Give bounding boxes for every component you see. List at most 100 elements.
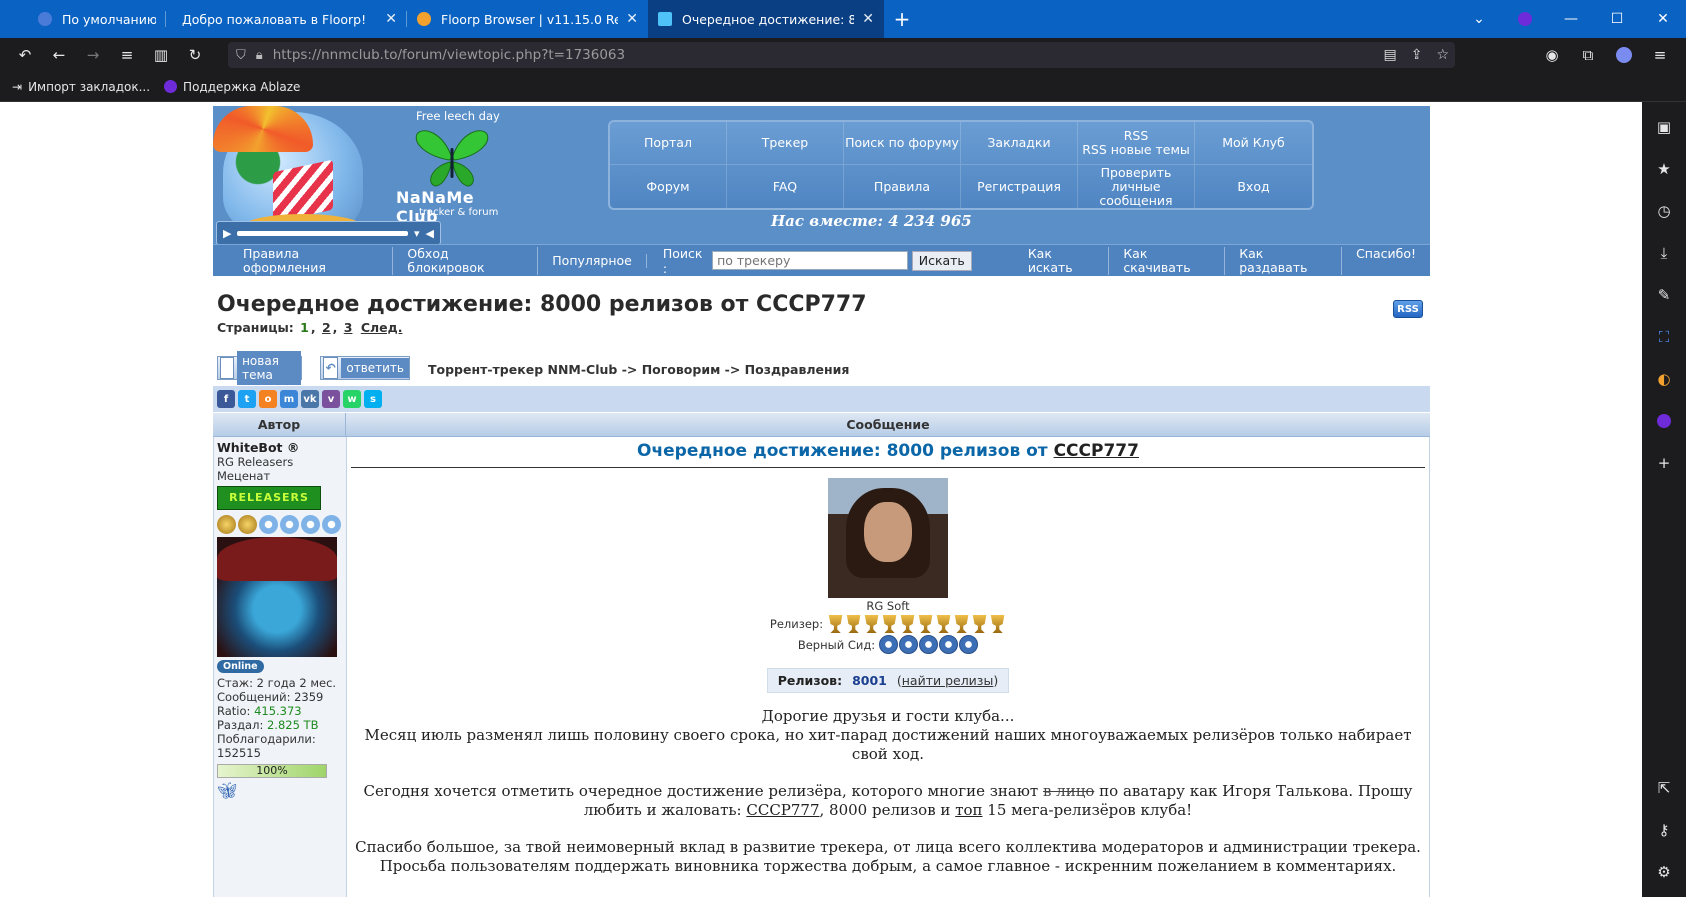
link-formatting-rules[interactable]: Правила оформления [229, 246, 394, 275]
menu-forum-search[interactable]: Поиск по форуму [844, 122, 961, 165]
undo-close-icon[interactable]: ↶ [8, 41, 42, 69]
lock-icon[interactable]: 🔒︎ [256, 48, 263, 63]
bookmark-import[interactable]: ⇥ Импорт закладок... [12, 80, 150, 94]
page-1[interactable]: 1 [300, 320, 309, 335]
moimir-icon[interactable]: m [280, 390, 298, 408]
account-icon[interactable]: ◉ [1540, 42, 1564, 68]
player-progress[interactable] [237, 230, 408, 236]
play-icon[interactable]: ▶ [223, 227, 231, 240]
menu-my-club[interactable]: Мой Клуб [1195, 122, 1312, 165]
close-icon[interactable]: ✕ [385, 11, 397, 27]
link-popular[interactable]: Популярное [538, 253, 647, 268]
topic-title[interactable]: Очередное достижение: 8000 релизов от СС… [217, 292, 867, 317]
radio-player[interactable]: ▶ ▾ ◀ [216, 221, 441, 245]
menu-faq[interactable]: FAQ [727, 165, 844, 208]
skype-icon[interactable]: s [364, 390, 382, 408]
translate-icon[interactable]: ⛶ [1648, 316, 1680, 358]
key-icon[interactable]: ⚷ [1648, 809, 1680, 851]
rss-button[interactable]: RSS [1393, 300, 1423, 318]
url-bar[interactable]: ⛉ 🔒︎ https://nnmclub.to/forum/viewtopic.… [228, 42, 1455, 68]
releaser-photo[interactable] [828, 478, 948, 598]
menu-portal[interactable]: Портал [610, 122, 727, 165]
settings-gear-icon[interactable]: ⚙ [1648, 851, 1680, 893]
post-title-user-link[interactable]: СССР777 [1054, 441, 1139, 461]
top-link[interactable]: топ [955, 801, 982, 819]
author-nick[interactable]: WhiteBot ® [217, 441, 343, 455]
find-releases-link[interactable]: найти релизы [902, 673, 994, 688]
back-icon[interactable]: ← [42, 41, 76, 69]
search-input[interactable] [712, 251, 908, 270]
profile-avatar-icon[interactable] [1612, 42, 1636, 68]
link-how-seed[interactable]: Как раздавать [1225, 246, 1343, 275]
user-link[interactable]: СССР777 [746, 801, 819, 819]
ablaze-panel-icon[interactable] [1648, 400, 1680, 442]
menu-check-messages[interactable]: Проверить личные сообщения [1078, 165, 1195, 208]
vk-icon[interactable]: vk [301, 390, 319, 408]
history-clock-icon[interactable]: ◷ [1648, 190, 1680, 232]
star-icon [301, 515, 320, 534]
forward-icon[interactable]: → [76, 41, 110, 69]
page-2[interactable]: 2 [322, 320, 331, 335]
tab-list-chevron-icon[interactable]: ⌄ [1456, 11, 1502, 27]
ablaze-icon[interactable] [1502, 11, 1548, 27]
list-icon[interactable]: ≡ [110, 41, 144, 69]
reader-view-icon[interactable]: ▤ [1383, 47, 1396, 63]
breadcrumb[interactable]: Торрент-трекер NNM-Club -> Поговорим -> … [428, 362, 849, 377]
menu-bookmarks[interactable]: Закладки [961, 122, 1078, 165]
viber-icon[interactable]: v [322, 390, 340, 408]
author-tenure: Стаж: 2 года 2 мес. [217, 676, 337, 690]
add-panel-icon[interactable]: + [1648, 442, 1680, 484]
tab-default[interactable]: По умолчанию [0, 0, 166, 38]
extensions-icon[interactable]: ⧉ [1576, 42, 1600, 68]
shield-icon[interactable]: ⛉ [236, 48, 246, 63]
menu-rss[interactable]: RSS RSS новые темы [1078, 122, 1195, 165]
toolbox-icon[interactable]: ▣ [1648, 106, 1680, 148]
tab-current[interactable]: Очередное достижение: 8000 рел ✕ [648, 0, 884, 38]
twitter-icon[interactable]: t [238, 390, 256, 408]
ablaze-icon [164, 80, 178, 93]
sidebar-toggle-icon[interactable]: ▥ [144, 41, 178, 69]
menu-forum[interactable]: Форум [610, 165, 727, 208]
volume-dropdown-icon[interactable]: ▾ [414, 227, 420, 240]
link-how-search[interactable]: Как искать [1014, 246, 1110, 275]
menu-tracker[interactable]: Трекер [727, 122, 844, 165]
whatsapp-icon[interactable]: w [343, 390, 361, 408]
link-thanks[interactable]: Спасибо! [1342, 246, 1430, 275]
site-logo[interactable]: Free leech day NaNaMe Club tracker & for… [213, 106, 508, 249]
close-icon[interactable]: ✕ [862, 11, 874, 27]
author-avatar[interactable] [217, 537, 337, 657]
bookmark-ablaze[interactable]: Поддержка Ablaze [164, 80, 300, 94]
facebook-icon[interactable]: f [217, 390, 235, 408]
volume-icon[interactable]: ◀ [426, 227, 434, 240]
odnoklassniki-icon[interactable]: o [259, 390, 277, 408]
menu-rules[interactable]: Правила [844, 165, 961, 208]
bookmark-star-icon[interactable]: ☆ [1436, 47, 1449, 63]
floorp-leaf-icon[interactable]: ◐ [1648, 358, 1680, 400]
reload-icon[interactable]: ↻ [178, 41, 212, 69]
downloads-icon[interactable]: ⤓ [1648, 232, 1680, 274]
close-icon[interactable]: ✕ [626, 11, 638, 27]
reply-button[interactable]: ↶ ответить [320, 356, 410, 380]
tab-release-notes[interactable]: Floorp Browser | v11.15.0 Release N ✕ [407, 0, 648, 38]
share-icon[interactable]: ⇪ [1411, 47, 1423, 63]
menu-icon[interactable]: ≡ [1648, 42, 1672, 68]
link-how-download[interactable]: Как скачивать [1109, 246, 1226, 275]
search-button[interactable]: Искать [911, 250, 972, 271]
tab-welcome[interactable]: Добро пожаловать в Floorp! ✕ [166, 0, 407, 38]
menu-register[interactable]: Регистрация [961, 165, 1078, 208]
menu-login[interactable]: Вход [1195, 165, 1312, 208]
new-topic-button[interactable]: новая тема [217, 351, 302, 385]
url-text[interactable]: https://nnmclub.to/forum/viewtopic.php?t… [273, 47, 625, 63]
new-tab-button[interactable]: + [884, 0, 920, 38]
page-3[interactable]: 3 [344, 320, 353, 335]
maximize-icon[interactable]: ☐ [1594, 11, 1640, 27]
trophy-icon [954, 615, 969, 633]
butterfly-icon[interactable]: 🦋︎ [217, 783, 343, 799]
minimize-icon[interactable]: — [1548, 11, 1594, 27]
exit-icon[interactable]: ⇱ [1648, 767, 1680, 809]
bookmarks-star-icon[interactable]: ★ [1648, 148, 1680, 190]
close-window-icon[interactable]: ✕ [1640, 11, 1686, 27]
page-next[interactable]: След. [361, 320, 403, 335]
notes-pen-icon[interactable]: ✎ [1648, 274, 1680, 316]
link-bypass-blocks[interactable]: Обход блокировок [393, 246, 539, 275]
